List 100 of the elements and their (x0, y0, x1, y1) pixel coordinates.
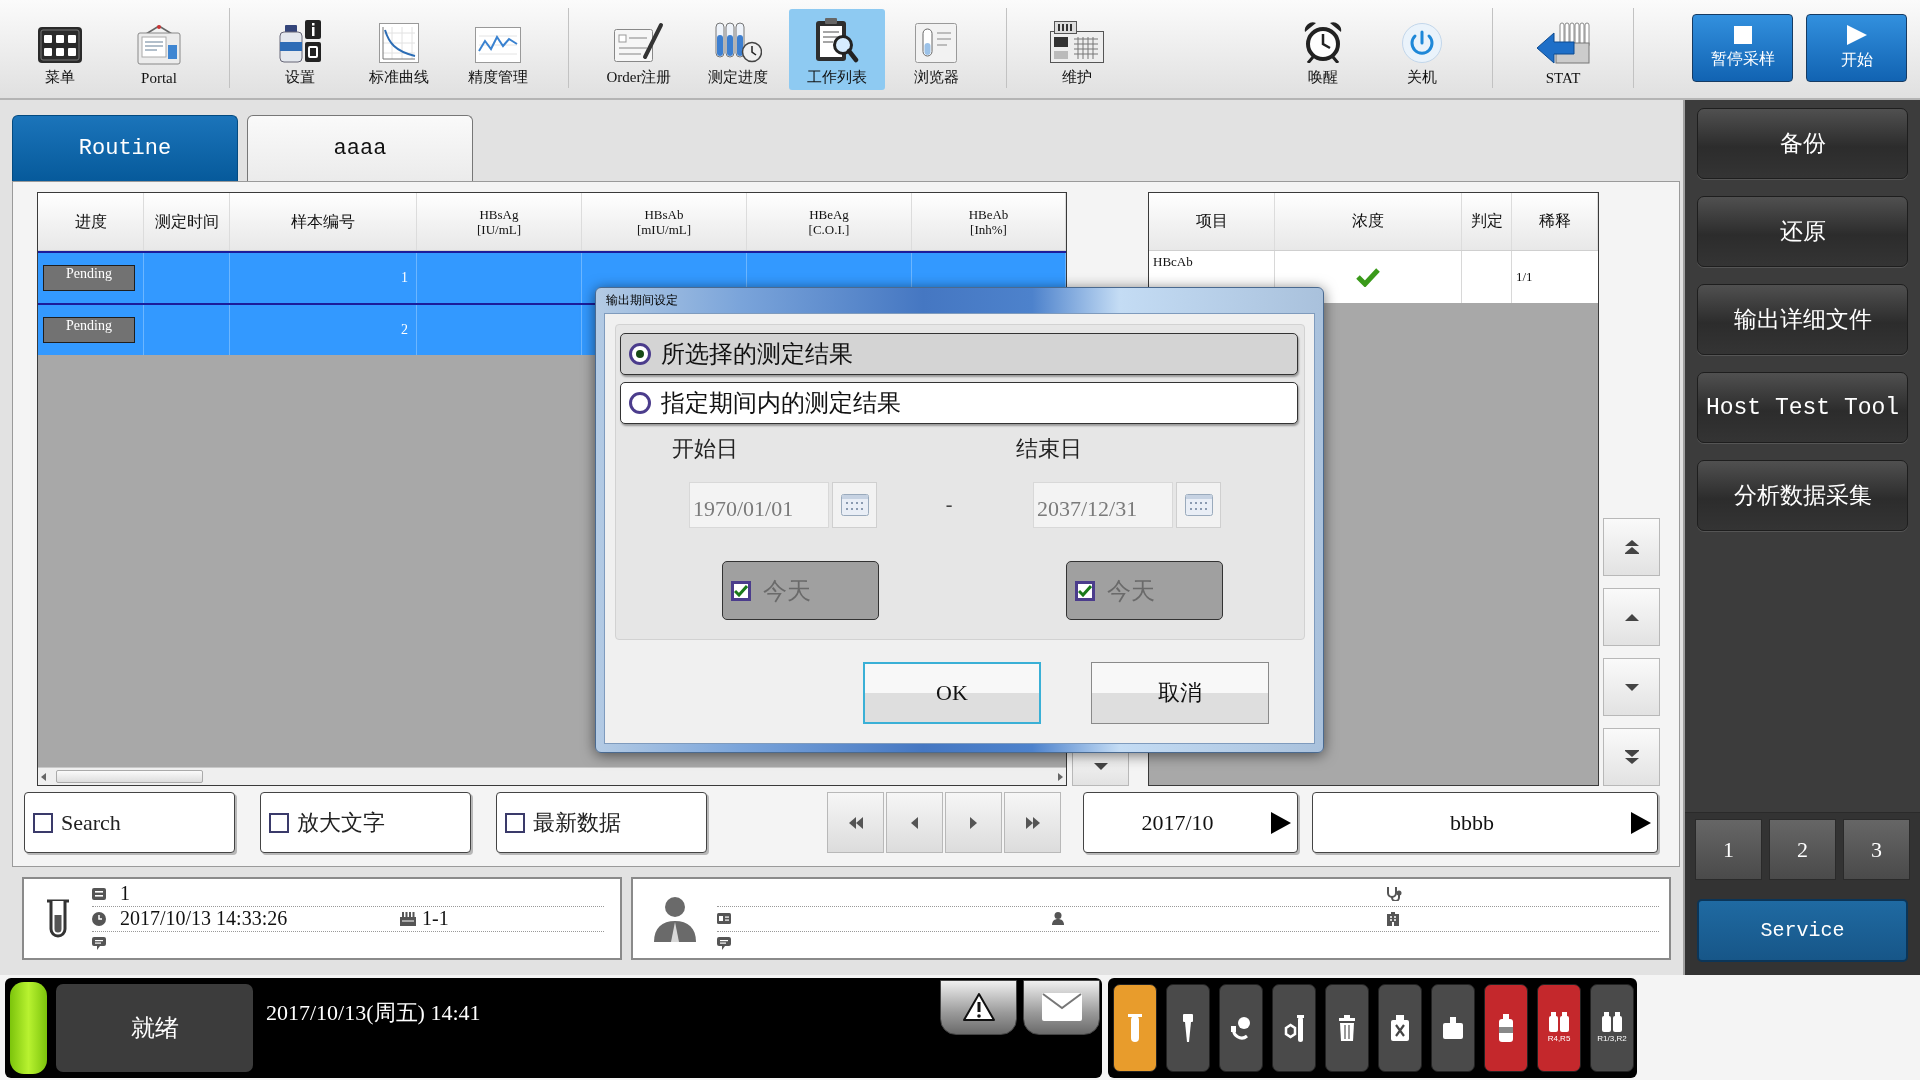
mixer-icon (1231, 1015, 1251, 1040)
calendar-icon (1184, 494, 1213, 516)
filter-toggle[interactable]: Search (24, 792, 235, 853)
tab[interactable]: aaaa (247, 115, 473, 181)
filter-toggle[interactable]: 放大文字 (260, 792, 471, 853)
toolbar-button[interactable]: 测定进度 (690, 9, 786, 90)
check-icon (1078, 584, 1092, 597)
status-badge: Pending (43, 317, 135, 343)
person-silhouette-icon (654, 895, 696, 942)
side-menu-button[interactable]: Host Test Tool (1697, 372, 1908, 443)
side-menu-button[interactable]: 输出详细文件 (1697, 284, 1908, 355)
double-down-icon (1624, 750, 1639, 764)
radio-option[interactable]: 所选择的测定结果 (620, 333, 1298, 375)
toolbar-button[interactable]: Order注册 (591, 9, 687, 90)
toolbar-button[interactable]: 工作列表 (789, 9, 885, 90)
page-button[interactable]: 1 (1695, 819, 1762, 880)
reagent-button[interactable]: R4,R5 (1537, 983, 1581, 1072)
case-icon (1443, 1016, 1463, 1039)
box-x-icon (1391, 1014, 1409, 1041)
toolbar-button[interactable]: 精度管理 (450, 9, 546, 90)
bottle-icon (1499, 1013, 1513, 1042)
table-cell: 2 (401, 322, 408, 338)
list-selector[interactable]: bbbb (1312, 792, 1658, 853)
first-row-button[interactable] (1603, 518, 1660, 576)
dialog-button[interactable]: 取消 (1091, 662, 1269, 724)
action-button[interactable]: 开始 (1806, 14, 1907, 82)
page-button[interactable]: 3 (1843, 819, 1910, 880)
last-page-button[interactable] (1004, 792, 1061, 853)
page-button[interactable]: 2 (1769, 819, 1836, 880)
reagent-button[interactable] (1484, 983, 1528, 1072)
comment-icon (92, 937, 106, 950)
building-icon (1386, 911, 1400, 926)
column-header: 稀释 (1512, 193, 1598, 250)
reagent-button[interactable] (1219, 983, 1263, 1072)
right-triangle-icon (1271, 811, 1291, 834)
up-caret-icon (1624, 613, 1639, 621)
column-header: HBsAg [IU/mL] (417, 193, 582, 250)
toolbar-button[interactable]: 关机 (1374, 9, 1470, 90)
date-label: 结束日 (1016, 435, 1082, 463)
radio-button[interactable] (629, 392, 651, 414)
toolbar-button[interactable]: STAT (1515, 9, 1611, 90)
date-label: 开始日 (672, 435, 738, 463)
double-up-icon (1624, 540, 1639, 554)
reagent-button[interactable] (1166, 983, 1210, 1072)
side-menu-button[interactable]: 还原 (1697, 196, 1908, 267)
analyzer-icon (1050, 21, 1104, 63)
radio-button[interactable] (629, 343, 651, 365)
reagent-button[interactable]: R1/3,R2 (1590, 983, 1634, 1072)
alarm-button[interactable] (940, 979, 1017, 1035)
column-header: 进度 (38, 193, 144, 250)
checkbox[interactable] (505, 812, 525, 833)
action-button[interactable]: 暂停采样 (1692, 14, 1793, 82)
radio-option[interactable]: 指定期间内的测定结果 (620, 382, 1298, 424)
double-left-icon (848, 816, 863, 829)
reagent-button[interactable] (1378, 983, 1422, 1072)
toolbar-button[interactable]: 浏览器 (888, 9, 984, 90)
reagent-button[interactable] (1431, 983, 1475, 1072)
side-menu-button[interactable]: 备份 (1697, 108, 1908, 179)
reagent-button[interactable] (1325, 983, 1369, 1072)
toolbar-button[interactable]: Portal (111, 9, 207, 90)
service-button[interactable]: Service (1697, 899, 1908, 962)
column-header: HBsAb [mIU/mL] (582, 193, 747, 250)
bottle-pair-icon (1549, 1012, 1569, 1032)
checkbox[interactable] (269, 812, 289, 833)
stop-icon (1733, 26, 1752, 44)
reagent-button[interactable] (1272, 983, 1316, 1072)
tab[interactable]: Routine (12, 115, 238, 181)
dialog-button[interactable]: OK (863, 662, 1041, 724)
power-icon (1402, 23, 1442, 63)
side-menu-button[interactable]: 分析数据采集 (1697, 460, 1908, 531)
down-caret-icon (1093, 762, 1108, 770)
toolbar-button[interactable]: 维护 (1029, 9, 1125, 90)
column-header: 项目 (1149, 193, 1275, 250)
checkbox[interactable] (33, 812, 53, 833)
reagent-button[interactable] (1113, 983, 1157, 1072)
last-row-button[interactable] (1603, 728, 1660, 786)
first-page-button[interactable] (827, 792, 884, 853)
double-right-icon (1025, 816, 1040, 829)
alarm-clock-icon (1303, 21, 1343, 63)
range-dash: - (945, 492, 953, 516)
rack-icon (400, 911, 416, 926)
left-caret-icon (911, 816, 918, 829)
line-chart-icon (475, 27, 521, 63)
play-icon (1846, 25, 1867, 45)
right-triangle-icon (1631, 811, 1651, 834)
warning-icon (962, 993, 995, 1021)
toolbar-button[interactable]: 设置 (252, 9, 348, 90)
month-selector[interactable]: 2017/10 (1083, 792, 1298, 853)
toolbar-button[interactable]: 标准曲线 (351, 9, 447, 90)
sample-number: 1 (120, 882, 130, 905)
toolbar-button[interactable]: 唤醒 (1275, 9, 1371, 90)
column-header: HBeAb [Inh%] (912, 193, 1066, 250)
tube-document-icon (915, 23, 957, 63)
message-button[interactable] (1023, 979, 1100, 1035)
notice-board-icon (137, 25, 181, 65)
filter-toggle[interactable]: 最新数据 (496, 792, 707, 853)
check-icon (734, 584, 748, 597)
toolbar-button[interactable]: 菜单 (12, 9, 108, 90)
clock-icon (92, 911, 106, 926)
horizontal-scrollbar[interactable] (38, 767, 1066, 785)
